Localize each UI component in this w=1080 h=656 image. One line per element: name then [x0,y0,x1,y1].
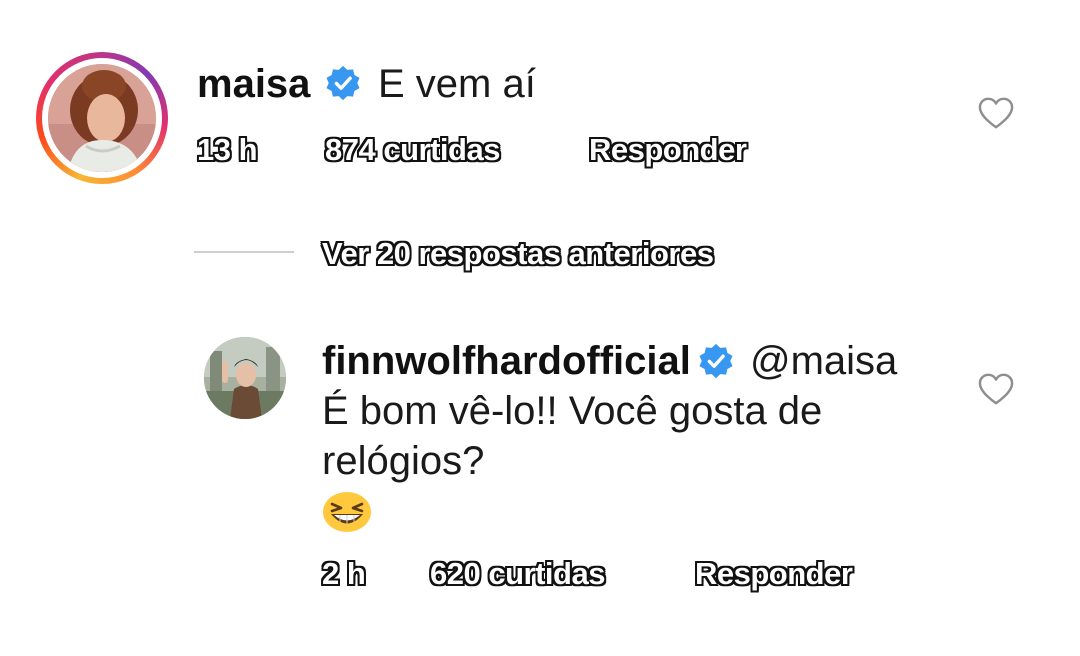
heart-outline-icon[interactable] [977,96,1015,130]
reply-likes[interactable]: 620 curtidas [430,556,605,592]
username[interactable]: maisa [197,64,310,104]
avatar[interactable] [204,337,286,419]
avatar[interactable] [48,64,156,172]
mention-link[interactable]: @maisa [750,337,897,385]
avatar-photo [204,337,286,419]
avatar-photo [48,64,156,172]
comment-likes[interactable]: 874 curtidas [325,132,500,168]
story-ring[interactable] [36,52,168,184]
divider [194,251,294,253]
reply-time: 2 h [322,556,366,591]
verified-badge-icon [326,65,360,101]
reply-button[interactable]: Responder [695,556,853,592]
comment-text: relógios? [322,439,485,483]
comment-text: É bom vê-lo!! Você gosta de [322,389,823,433]
comment-text: E vem aí [378,62,536,106]
username[interactable]: finnwolfhardofficial [322,341,691,381]
reply-button[interactable]: Responder [589,132,747,168]
grinning-squinting-face-emoji [323,492,371,532]
heart-outline-icon[interactable] [977,372,1015,406]
verified-badge-icon [699,343,733,379]
view-replies-button[interactable]: Ver 20 respostas anteriores [322,236,714,272]
comment-time: 13 h [197,132,258,167]
